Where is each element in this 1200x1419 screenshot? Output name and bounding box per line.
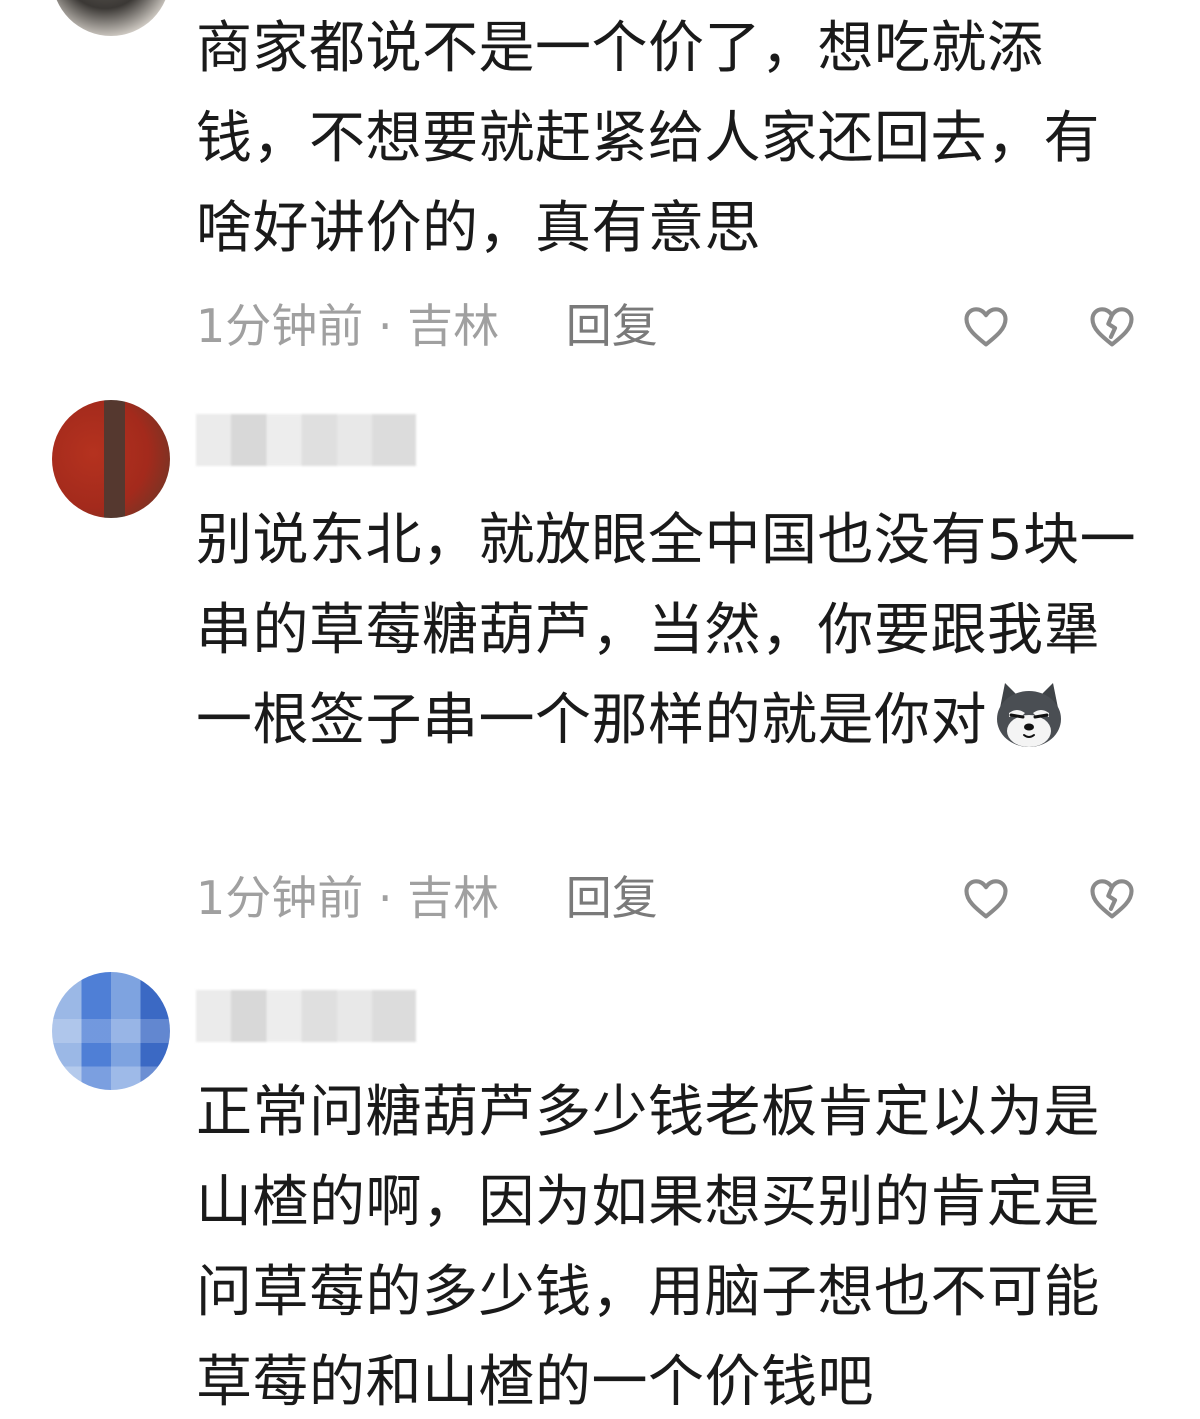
reply-button[interactable]: 回复 (566, 299, 658, 353)
avatar[interactable] (52, 400, 170, 518)
comment-text: 正常问糖葫芦多少钱老板肯定以为是山楂的啊，因为如果想买别的肯定是问草莓的多少钱，… (196, 1080, 1100, 1415)
reply-button[interactable]: 回复 (566, 871, 658, 925)
avatar[interactable] (52, 0, 170, 36)
comment-text: 商家都说不是一个价了，想吃就添钱，不想要就赶紧给人家还回去，有啥好讲价的，真有意… (196, 16, 1100, 261)
username-redacted[interactable] (196, 990, 416, 1042)
heart-outline-icon[interactable] (960, 300, 1012, 352)
broken-heart-icon[interactable] (1086, 300, 1138, 352)
broken-heart-icon[interactable] (1086, 872, 1138, 924)
husky-dog-emoji-icon (997, 683, 1061, 747)
comment-text: 别说东北，就放眼全中国也没有5块一串的草莓糖葫芦，当然，你要跟我犟一根签子串一个… (196, 496, 1156, 766)
comment-meta: 1分钟前 · 吉林 回复 (196, 296, 658, 356)
avatar[interactable] (52, 972, 170, 1090)
heart-outline-icon[interactable] (960, 872, 1012, 924)
meta-separator: · (377, 871, 393, 925)
comment-location: 吉林 (407, 299, 500, 353)
comment-time: 1分钟前 (196, 299, 364, 353)
comment-location: 吉林 (407, 871, 500, 925)
comment-time: 1分钟前 (196, 871, 364, 925)
comment-list: 商家都说不是一个价了，想吃就添钱，不想要就赶紧给人家还回去，有啥好讲价的，真有意… (0, 0, 1200, 1419)
username-redacted[interactable] (196, 414, 416, 466)
comment-meta: 1分钟前 · 吉林 回复 (196, 868, 658, 928)
meta-separator: · (377, 299, 393, 353)
